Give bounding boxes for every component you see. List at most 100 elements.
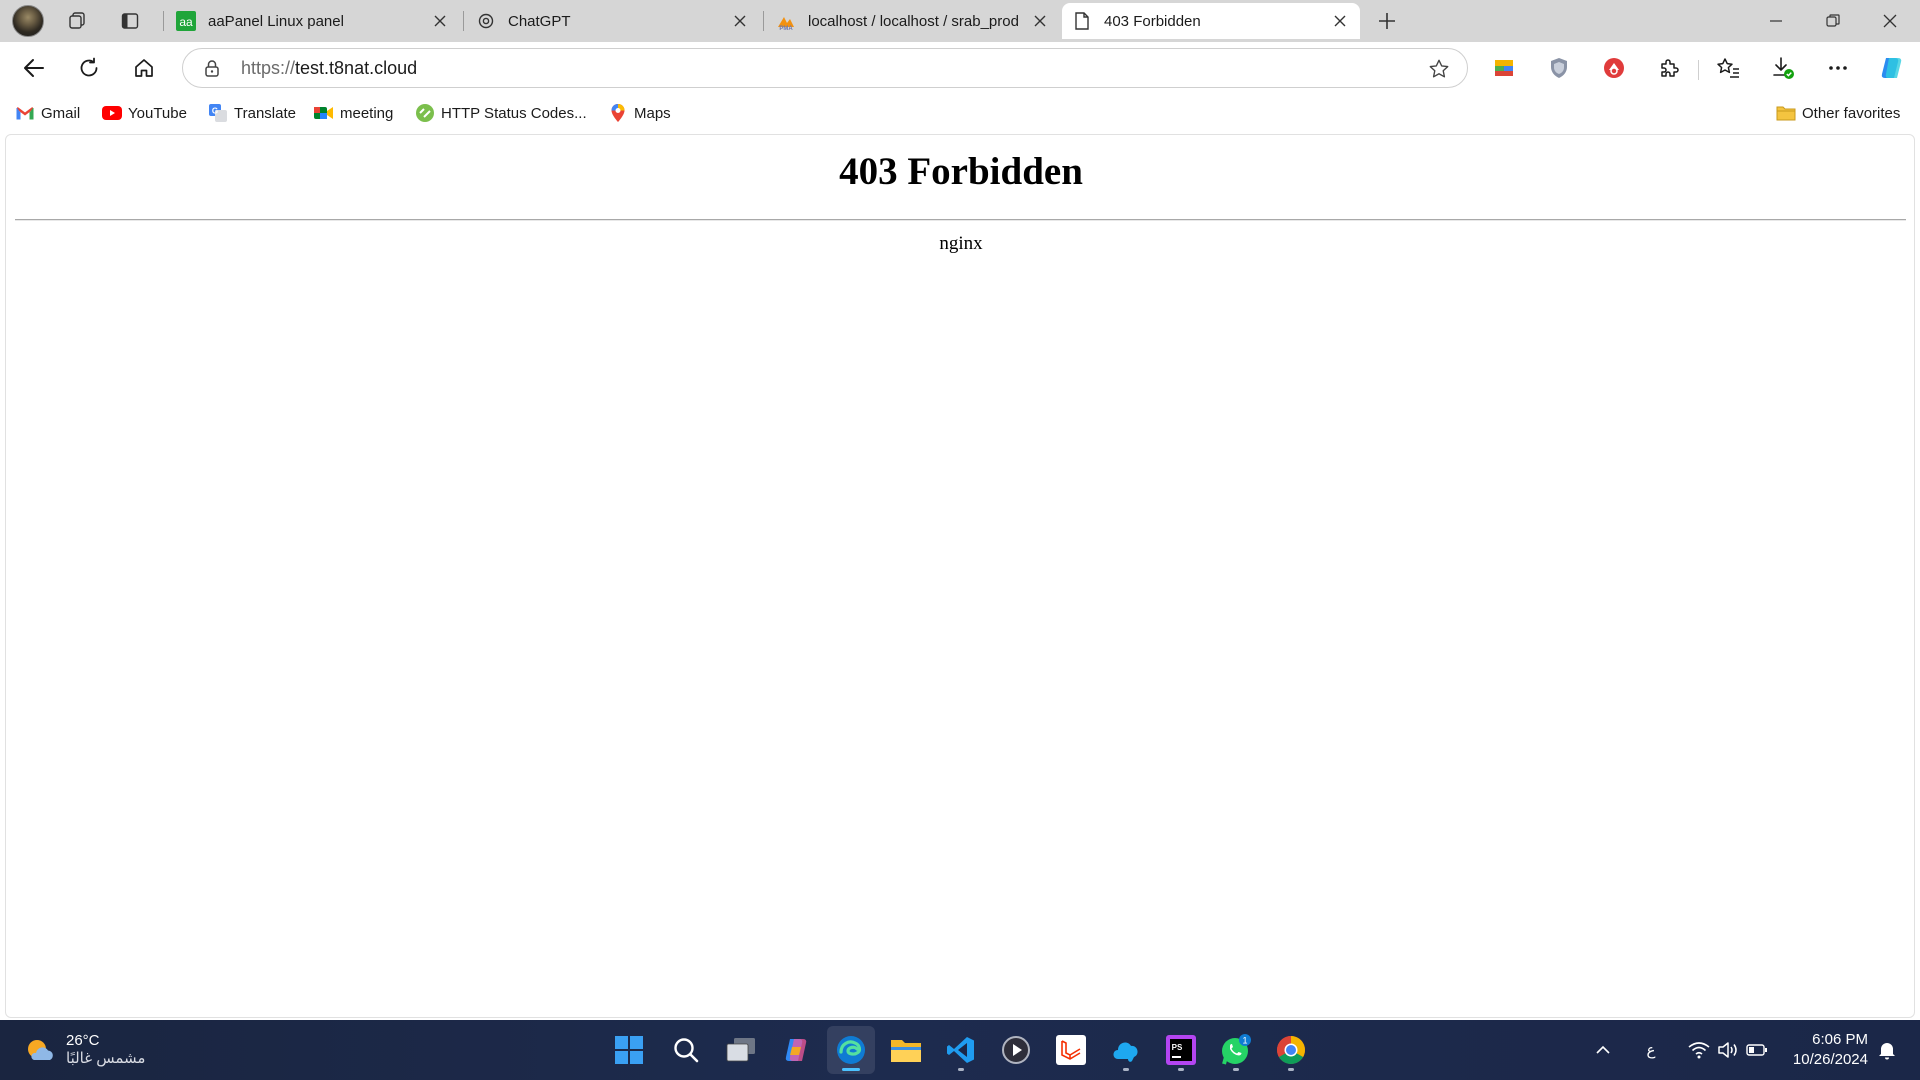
copilot-taskbar-icon[interactable] bbox=[772, 1026, 820, 1074]
search-icon[interactable] bbox=[662, 1026, 710, 1074]
more-menu-icon[interactable] bbox=[1820, 51, 1856, 85]
url-scheme: https:// bbox=[241, 57, 296, 78]
home-icon[interactable] bbox=[126, 51, 162, 85]
bookmark-gmail[interactable]: Gmail bbox=[11, 100, 84, 126]
tab-phpmyadmin[interactable]: PMA localhost / localhost / srab_prod | bbox=[766, 3, 1060, 39]
active-indicator bbox=[842, 1068, 860, 1071]
close-icon[interactable] bbox=[1030, 11, 1050, 31]
media-player-icon[interactable] bbox=[992, 1026, 1040, 1074]
gmail-icon bbox=[15, 103, 35, 123]
windows-taskbar: 26°C مشمس غالبًا PS 1 ع 6:06 PM 10/26/20… bbox=[0, 1020, 1920, 1080]
svg-text:aa: aa bbox=[179, 15, 193, 29]
minimize-icon[interactable] bbox=[1748, 0, 1804, 42]
chrome-icon[interactable] bbox=[1267, 1026, 1315, 1074]
back-arrow-icon[interactable] bbox=[16, 51, 52, 85]
tab-separator bbox=[463, 11, 464, 31]
input-language-indicator[interactable]: ع bbox=[1636, 1030, 1666, 1070]
volume-icon[interactable] bbox=[1713, 1030, 1743, 1070]
copilot-icon[interactable] bbox=[1874, 51, 1910, 85]
weather-widget[interactable]: 26°C مشمس غالبًا bbox=[24, 1030, 145, 1070]
task-view-icon[interactable] bbox=[717, 1026, 765, 1074]
shield-extension-icon[interactable] bbox=[1541, 51, 1577, 85]
vertical-tabs-icon[interactable] bbox=[115, 7, 145, 35]
bookmark-label: YouTube bbox=[128, 104, 187, 122]
lock-icon[interactable] bbox=[201, 57, 223, 79]
tab-separator bbox=[163, 11, 164, 31]
tab-title: aaPanel Linux panel bbox=[208, 12, 344, 30]
address-bar[interactable]: https://test.t8nat.cloud bbox=[182, 48, 1468, 88]
bookmark-translate[interactable]: G Translate bbox=[204, 100, 300, 126]
tab-403-forbidden[interactable]: 403 Forbidden bbox=[1062, 3, 1360, 39]
close-window-icon[interactable] bbox=[1862, 0, 1918, 42]
running-indicator bbox=[1288, 1068, 1294, 1071]
downloads-icon[interactable] bbox=[1765, 51, 1801, 85]
horizontal-rule bbox=[15, 219, 1906, 221]
close-icon[interactable] bbox=[1330, 11, 1350, 31]
page-title: 403 Forbidden bbox=[839, 150, 1083, 193]
bookmark-maps[interactable]: Maps bbox=[604, 100, 675, 126]
youtube-icon bbox=[102, 103, 122, 123]
system-clock[interactable]: 6:06 PM 10/26/2024 bbox=[1793, 1030, 1868, 1070]
folder-icon bbox=[1776, 103, 1796, 123]
page-icon bbox=[1072, 11, 1092, 31]
red-extension-icon[interactable] bbox=[1596, 51, 1632, 85]
bookmark-youtube[interactable]: YouTube bbox=[98, 100, 191, 126]
notification-bell-icon[interactable] bbox=[1872, 1030, 1902, 1070]
svg-text:PMA: PMA bbox=[779, 26, 793, 31]
file-explorer-icon[interactable] bbox=[882, 1026, 930, 1074]
running-indicator bbox=[958, 1068, 964, 1071]
clock-time: 6:06 PM bbox=[1812, 1031, 1868, 1048]
url-host: test.t8nat.cloud bbox=[295, 57, 418, 78]
bookmark-http-status[interactable]: HTTP Status Codes... bbox=[411, 100, 591, 126]
extensions-puzzle-icon[interactable] bbox=[1651, 51, 1687, 85]
favorites-bar: Gmail YouTube G Translate meeting HTTP S… bbox=[0, 94, 1920, 132]
page-viewport: 403 Forbidden nginx bbox=[5, 134, 1915, 1018]
aapanel-icon: aa bbox=[176, 11, 196, 31]
vscode-icon[interactable] bbox=[937, 1026, 985, 1074]
refresh-icon[interactable] bbox=[71, 51, 107, 85]
http-status-icon bbox=[415, 103, 435, 123]
wifi-icon[interactable] bbox=[1684, 1030, 1714, 1070]
start-button[interactable] bbox=[605, 1026, 653, 1074]
tab-title: 403 Forbidden bbox=[1104, 12, 1201, 30]
profile-avatar[interactable] bbox=[12, 5, 44, 37]
partly-sunny-icon bbox=[24, 1034, 56, 1066]
tab-chatgpt[interactable]: ChatGPT bbox=[466, 3, 760, 39]
tab-strip: aa aaPanel Linux panel ChatGPT PMA local… bbox=[0, 0, 1920, 42]
weather-temperature: 26°C bbox=[66, 1032, 100, 1049]
close-icon[interactable] bbox=[730, 11, 750, 31]
colorful-extension-icon[interactable] bbox=[1486, 51, 1522, 85]
tab-title: localhost / localhost / srab_prod | bbox=[808, 12, 1022, 30]
weather-description: مشمس غالبًا bbox=[66, 1050, 146, 1067]
other-favorites[interactable]: Other favorites bbox=[1772, 100, 1904, 126]
running-indicator bbox=[1178, 1068, 1184, 1071]
laravel-icon[interactable] bbox=[1047, 1026, 1095, 1074]
edge-taskbar-icon[interactable] bbox=[827, 1026, 875, 1074]
tab-aapanel[interactable]: aa aaPanel Linux panel bbox=[166, 3, 460, 39]
tab-title: ChatGPT bbox=[508, 12, 571, 30]
other-favorites-label: Other favorites bbox=[1802, 104, 1901, 122]
restore-icon[interactable] bbox=[1805, 0, 1861, 42]
phpmyadmin-icon: PMA bbox=[776, 11, 796, 31]
svg-text:PS: PS bbox=[1172, 1043, 1183, 1052]
phpstorm-icon[interactable]: PS bbox=[1157, 1026, 1205, 1074]
chatgpt-icon bbox=[476, 11, 496, 31]
running-indicator bbox=[1123, 1068, 1129, 1071]
server-signature: nginx bbox=[939, 233, 983, 254]
favorite-star-icon[interactable] bbox=[1427, 57, 1451, 81]
close-icon[interactable] bbox=[430, 11, 450, 31]
bookmark-label: HTTP Status Codes... bbox=[441, 104, 587, 122]
workspaces-icon[interactable] bbox=[62, 7, 92, 35]
cloud-app-icon[interactable] bbox=[1102, 1026, 1150, 1074]
favorites-icon[interactable] bbox=[1710, 51, 1746, 85]
new-tab-button[interactable] bbox=[1372, 7, 1402, 35]
toolbar-divider bbox=[1698, 60, 1699, 80]
browser-toolbar: https://test.t8nat.cloud bbox=[0, 42, 1920, 94]
url-text[interactable]: https://test.t8nat.cloud bbox=[241, 58, 417, 79]
bookmark-meeting[interactable]: meeting bbox=[310, 100, 397, 126]
chevron-up-icon[interactable] bbox=[1588, 1030, 1618, 1070]
battery-icon[interactable] bbox=[1742, 1030, 1772, 1070]
whatsapp-icon[interactable]: 1 bbox=[1212, 1026, 1260, 1074]
whatsapp-badge: 1 bbox=[1242, 1036, 1247, 1046]
maps-icon bbox=[608, 103, 628, 123]
